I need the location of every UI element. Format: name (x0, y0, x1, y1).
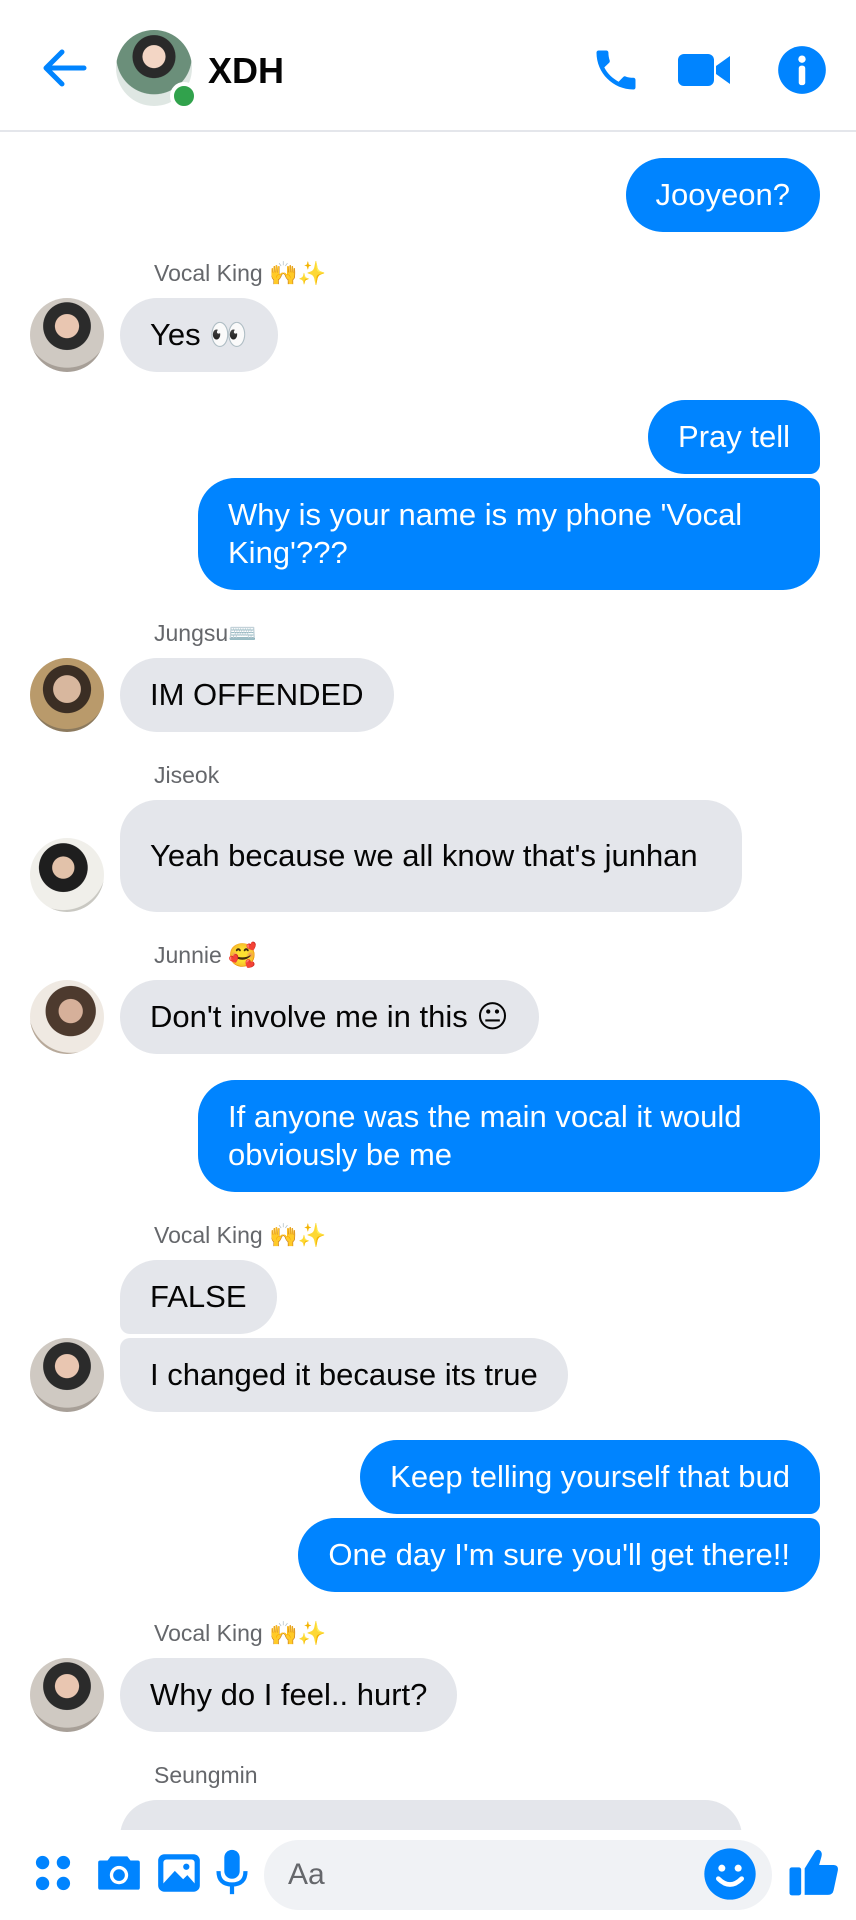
outgoing-message[interactable]: If anyone was the main vocal it would ob… (198, 1080, 820, 1192)
message-composer (0, 1830, 856, 1920)
sender-name: Vocal King 🙌✨ (154, 1620, 327, 1646)
message-text: FALSE (150, 1279, 247, 1314)
incoming-message[interactable]: Yeah because we all know that's junhan (120, 800, 742, 912)
message-text: If anyone was the main vocal it would ob… (228, 1099, 742, 1172)
incoming-message[interactable]: I changed it because its true (120, 1338, 568, 1412)
sender-name: Vocal King 🙌✨ (154, 260, 327, 286)
avatar[interactable] (30, 980, 104, 1054)
message-text: One day I'm sure you'll get there!! (328, 1537, 790, 1572)
call-button[interactable] (590, 44, 642, 96)
chat-header: XDH (0, 0, 856, 132)
online-status-dot (170, 82, 198, 110)
microphone-button[interactable] (212, 1848, 262, 1898)
sender-name: Seungmin (154, 1762, 258, 1788)
incoming-message[interactable]: IM OFFENDED (120, 658, 394, 732)
outgoing-message[interactable]: Why is your name is my phone 'Vocal King… (198, 478, 820, 590)
avatar[interactable] (30, 298, 104, 372)
incoming-message[interactable]: Don't involve me in this 😐 (120, 980, 539, 1054)
gallery-icon (158, 1854, 200, 1892)
message-text: Jooyeon? (655, 177, 790, 212)
apps-button[interactable] (28, 1848, 78, 1898)
video-camera-icon (678, 54, 730, 86)
emoji-button[interactable] (702, 1846, 758, 1902)
incoming-message[interactable]: Yes 👀 (120, 298, 278, 372)
camera-button[interactable] (94, 1848, 144, 1898)
back-arrow-icon (43, 49, 87, 87)
chat-title[interactable]: XDH (208, 50, 284, 92)
thumbs-up-icon (789, 1849, 838, 1896)
info-button[interactable] (776, 44, 828, 96)
sender-name: Vocal King 🙌✨ (154, 1222, 327, 1248)
message-text: IM OFFENDED (150, 677, 364, 712)
microphone-icon (216, 1849, 248, 1895)
video-call-button[interactable] (676, 44, 730, 96)
info-icon (778, 46, 826, 94)
outgoing-message[interactable]: Keep telling yourself that bud (360, 1440, 820, 1514)
apps-icon (35, 1855, 71, 1891)
outgoing-message[interactable]: One day I'm sure you'll get there!! (298, 1518, 820, 1592)
message-input[interactable] (264, 1840, 772, 1910)
like-button[interactable] (786, 1844, 842, 1900)
phone-icon (596, 50, 636, 90)
message-thread[interactable]: Jooyeon? Vocal King 🙌✨ Yes 👀 Pray tell W… (0, 134, 856, 1830)
message-text: Yes 👀 (150, 317, 248, 352)
message-text: Why do I feel.. hurt? (150, 1677, 428, 1712)
message-text: Why is your name is my phone 'Vocal King… (228, 497, 743, 570)
incoming-message[interactable]: FALSE (120, 1260, 277, 1334)
incoming-message-partial[interactable] (120, 1800, 742, 1830)
outgoing-message[interactable]: Pray tell (648, 400, 820, 474)
sender-name: Jungsu⌨️ (154, 620, 257, 646)
emoji-icon (704, 1848, 756, 1900)
incoming-message[interactable]: Why do I feel.. hurt? (120, 1658, 458, 1732)
camera-icon (98, 1856, 140, 1890)
message-text: I changed it because its true (150, 1357, 538, 1392)
avatar[interactable] (30, 658, 104, 732)
back-button[interactable] (40, 46, 88, 90)
avatar[interactable] (30, 1338, 104, 1412)
avatar[interactable] (30, 1658, 104, 1732)
message-text: Pray tell (678, 419, 790, 454)
avatar[interactable] (30, 838, 104, 912)
chat-avatar-button[interactable] (116, 30, 198, 110)
message-text: Yeah because we all know that's junhan (150, 838, 698, 873)
gallery-button[interactable] (154, 1848, 204, 1898)
outgoing-message[interactable]: Jooyeon? (625, 158, 820, 232)
sender-name: Junnie 🥰 (154, 942, 257, 968)
message-text: Keep telling yourself that bud (390, 1459, 790, 1494)
message-text: Don't involve me in this 😐 (150, 999, 509, 1034)
sender-name: Jiseok (154, 762, 220, 788)
